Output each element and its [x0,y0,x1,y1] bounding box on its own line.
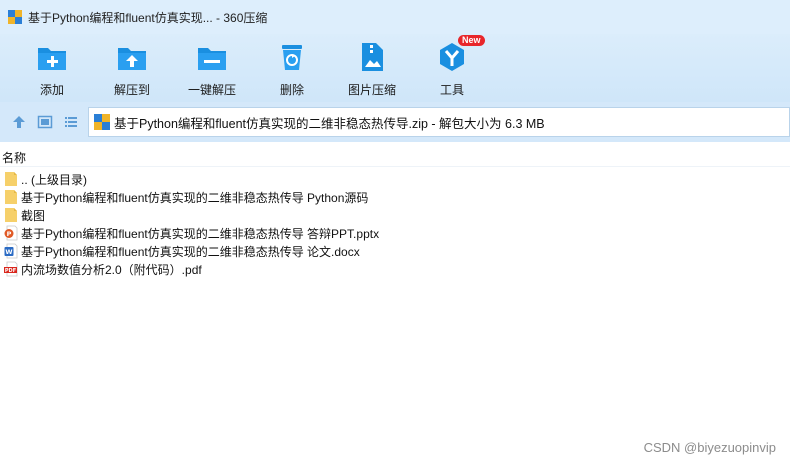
svg-text:W: W [5,248,12,256]
360zip-logo-icon [8,10,22,24]
toolbar: 添加 解压到 一键解压 删除 图片压缩 New 工具 [0,34,790,102]
delete-button[interactable]: 删除 [254,38,330,98]
window-title: 基于Python编程和fluent仿真实现... - 360压缩 [28,10,268,25]
file-name: 截图 [21,208,46,223]
image-compress-icon [362,43,383,71]
svg-text:P: P [7,230,12,238]
one-click-extract-button[interactable]: 一键解压 [174,38,250,98]
pptx-file-icon: P [4,225,18,241]
add-button[interactable]: 添加 [14,38,90,98]
header-divider [0,166,790,167]
tools-button[interactable]: New 工具 [414,35,490,98]
new-badge: New [458,35,485,46]
add-folder-icon [38,48,66,70]
tools-label: 工具 [439,83,464,97]
list-item[interactable]: 基于Python编程和fluent仿真实现的二维非稳态热传导 Python源码 [0,188,500,206]
delete-trash-icon [282,45,302,70]
zip-archive-icon [94,114,110,130]
file-list: 名称 .. (上级目录) 基于Python编程和fluent仿真实现的二维非稳态… [0,142,790,465]
list-item[interactable]: .. (上级目录) [0,170,500,188]
one-click-extract-label: 一键解压 [187,83,236,97]
file-name: 基于Python编程和fluent仿真实现的二维非稳态热传导 Python源码 [21,190,369,205]
extract-to-button[interactable]: 解压到 [94,38,170,98]
address-bar: 基于Python编程和fluent仿真实现的二维非稳态热传导.zip - 解包大… [0,102,790,142]
image-compress-button[interactable]: 图片压缩 [334,38,410,98]
list-item[interactable]: W 基于Python编程和fluent仿真实现的二维非稳态热传导 论文.docx [0,242,500,260]
folder-icon [5,172,17,186]
delete-label: 删除 [279,83,304,97]
add-label: 添加 [39,83,64,97]
up-arrow-icon[interactable] [11,114,27,130]
list-item[interactable]: 截图 [0,206,500,224]
docx-file-icon: W [4,243,18,259]
title-bar: 基于Python编程和fluent仿真实现... - 360压缩 [0,0,790,34]
watermark: CSDN @biyezuopinvip [643,440,776,455]
thumbnail-view-icon[interactable] [37,114,53,130]
path-field[interactable]: 基于Python编程和fluent仿真实现的二维非稳态热传导.zip - 解包大… [88,107,790,137]
list-item[interactable]: P 基于Python编程和fluent仿真实现的二维非稳态热传导 答辩PPT.p… [0,224,500,242]
file-name: .. (上级目录) [21,172,87,187]
svg-text:PDF: PDF [5,268,16,274]
file-name: 基于Python编程和fluent仿真实现的二维非稳态热传导 论文.docx [21,244,360,259]
archive-path: 基于Python编程和fluent仿真实现的二维非稳态热传导.zip - 解包大… [114,116,545,131]
file-name: 内流场数值分析2.0（附代码）.pdf [21,262,202,277]
extract-to-label: 解压到 [113,83,150,97]
file-name: 基于Python编程和fluent仿真实现的二维非稳态热传导 答辩PPT.ppt… [21,226,380,241]
extract-to-icon [118,48,146,70]
folder-icon [5,190,17,204]
pdf-file-icon: PDF [4,261,18,277]
one-click-extract-icon [198,48,226,70]
column-header-name[interactable]: 名称 [2,149,26,166]
list-view-icon[interactable] [63,114,79,130]
list-item[interactable]: PDF 内流场数值分析2.0（附代码）.pdf [0,260,500,278]
image-compress-label: 图片压缩 [347,83,396,97]
folder-icon [5,208,17,222]
